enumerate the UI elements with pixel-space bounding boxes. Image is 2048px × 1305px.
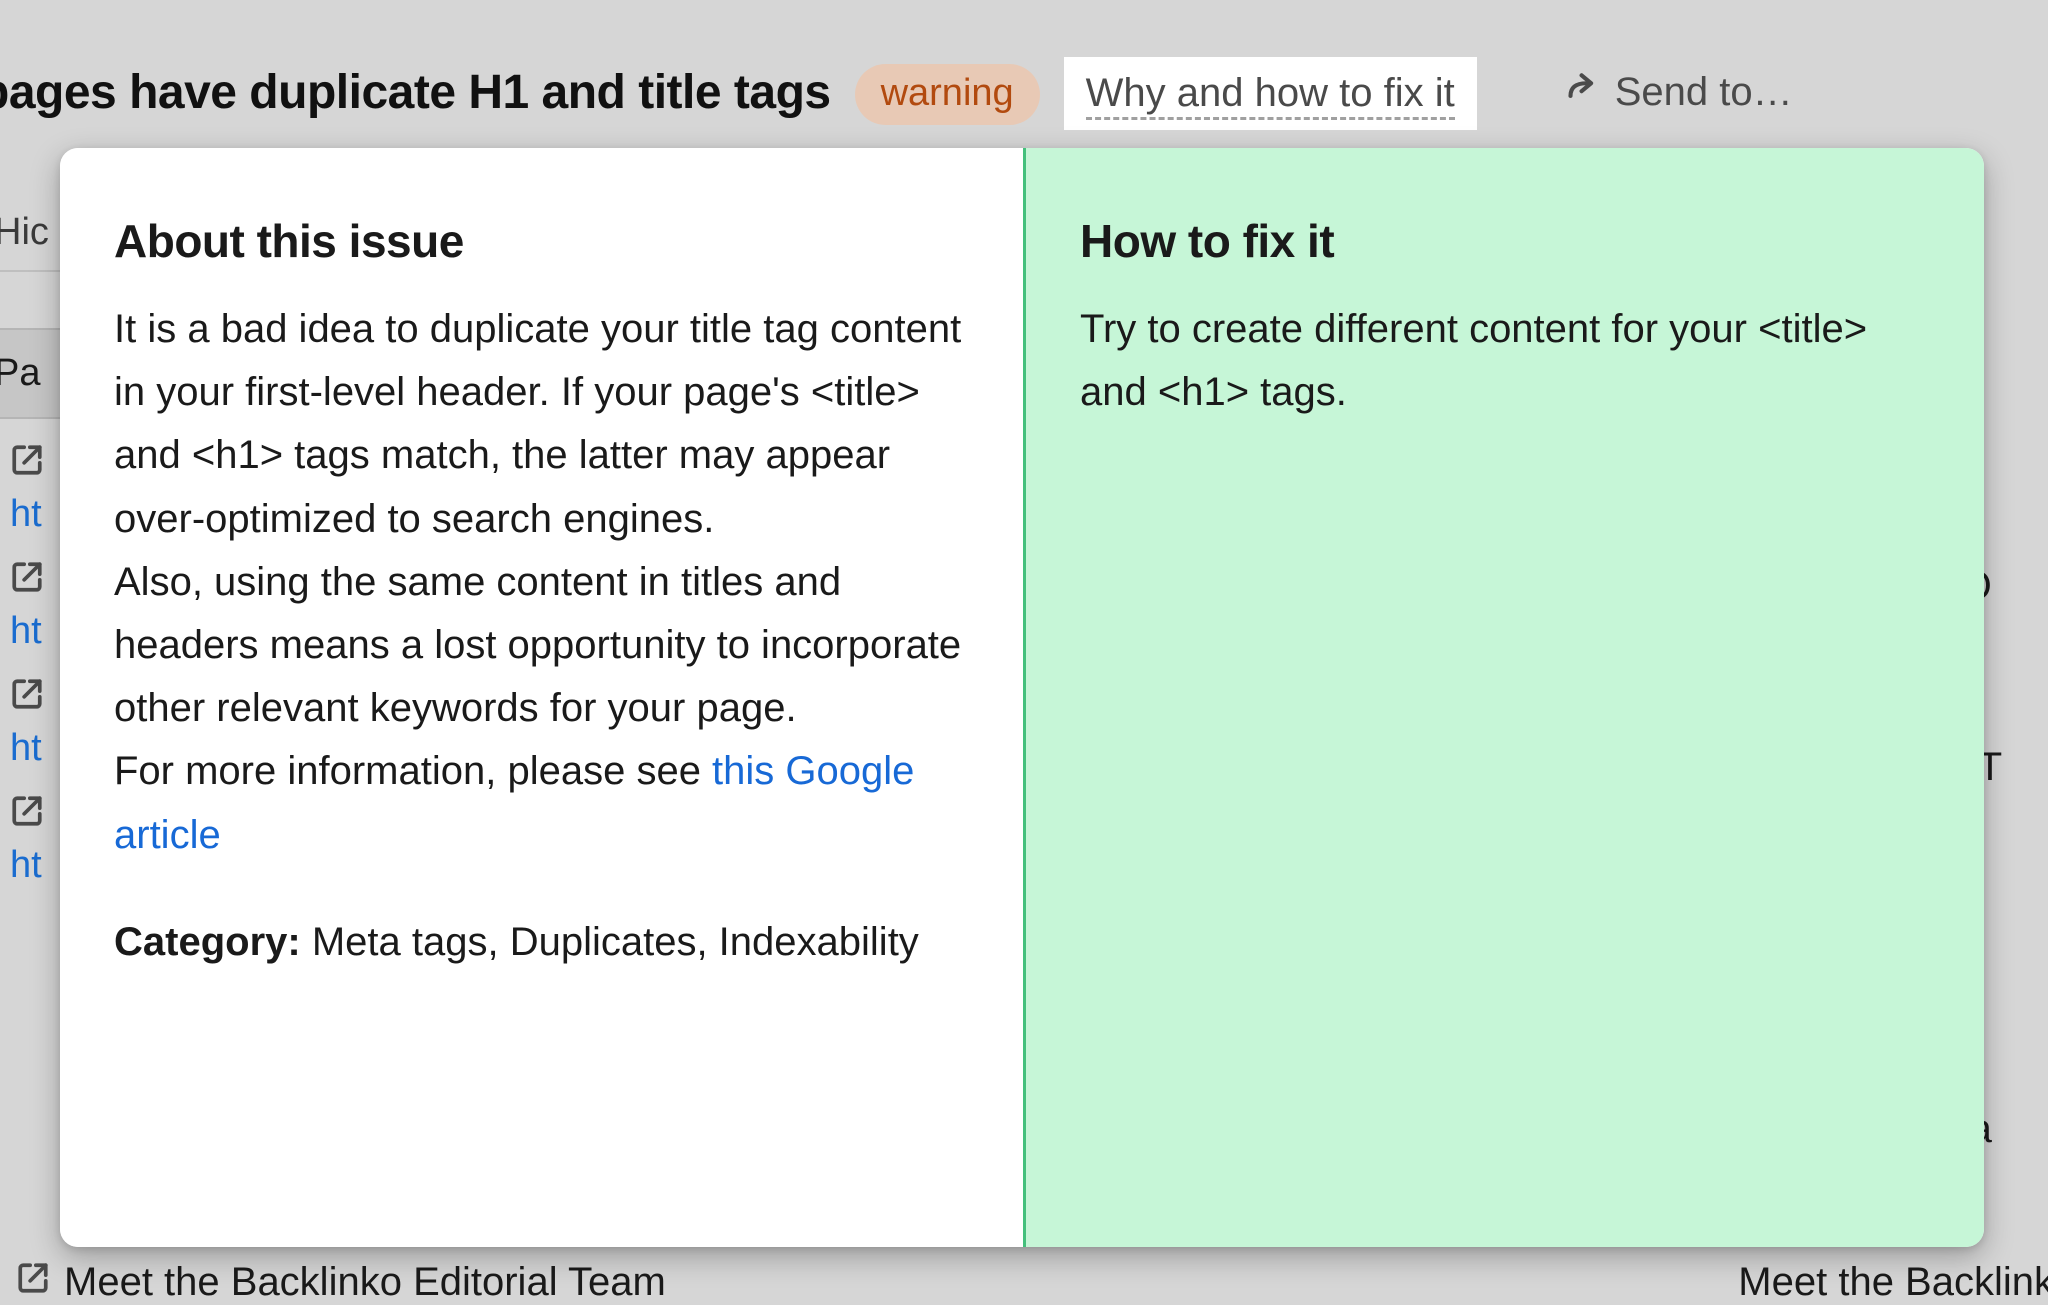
category-line: Category: Meta tags, Duplicates, Indexab… <box>114 911 967 974</box>
bg-bottom-left-row: Meet the Backlinko Editorial Team <box>16 1260 666 1305</box>
fix-panel: How to fix it Try to create different co… <box>1026 148 1984 1247</box>
why-fix-label: Why and how to fix it <box>1086 71 1455 120</box>
send-to-label: Send to… <box>1615 70 1793 115</box>
issue-header: pages have duplicate H1 and title tags w… <box>0 55 2048 130</box>
about-body: It is a bad idea to duplicate your title… <box>114 298 967 867</box>
category-label: Category: <box>114 920 301 964</box>
external-link-icon <box>16 1260 50 1305</box>
bg-bottom-left-text[interactable]: Meet the Backlinko Editorial Team <box>64 1260 666 1305</box>
send-to-button[interactable]: Send to… <box>1561 69 1793 117</box>
about-more-info-prefix: For more information, please see <box>114 749 712 793</box>
issue-title: pages have duplicate H1 and title tags <box>0 65 831 120</box>
category-value: Meta tags, Duplicates, Indexability <box>312 920 919 964</box>
fix-body: Try to create different content for your… <box>1080 298 1928 424</box>
fix-heading: How to fix it <box>1080 214 1928 268</box>
about-panel: About this issue It is a bad idea to dup… <box>60 148 1026 1247</box>
why-fix-trigger[interactable]: Why and how to fix it <box>1064 57 1477 130</box>
about-heading: About this issue <box>114 214 967 268</box>
about-paragraph-2: Also, using the same content in titles a… <box>114 560 961 730</box>
issue-detail-popover: About this issue It is a bad idea to dup… <box>60 148 1984 1247</box>
bg-bottom-right-text: Meet the Backlink <box>1738 1260 2048 1305</box>
about-paragraph-1: It is a bad idea to duplicate your title… <box>114 307 961 541</box>
severity-badge: warning <box>855 64 1040 125</box>
send-to-icon <box>1561 69 1599 117</box>
